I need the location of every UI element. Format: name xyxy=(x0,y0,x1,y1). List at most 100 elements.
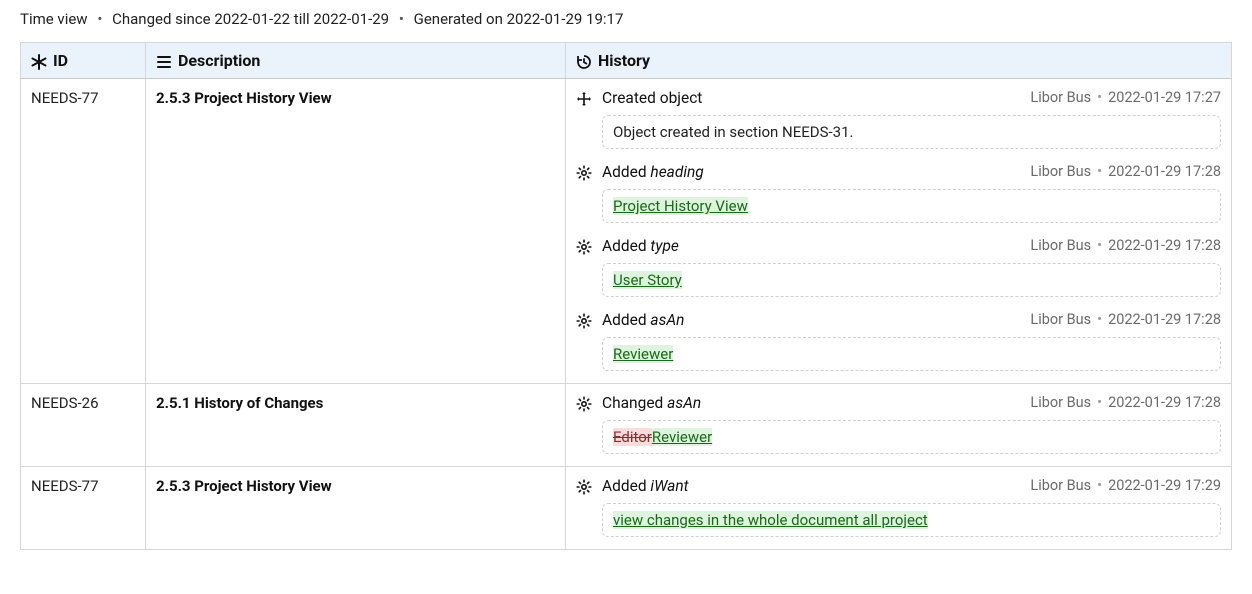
history-action: Created object xyxy=(602,89,702,107)
gear-icon xyxy=(576,313,594,331)
gear-icon xyxy=(576,165,594,183)
history-time: 2022-01-29 17:28 xyxy=(1108,311,1221,328)
id-cell: NEEDS-77 xyxy=(21,79,146,384)
history-field: iWant xyxy=(650,477,688,495)
diff-added: Reviewer xyxy=(652,428,712,446)
history-item: Added type Libor Bus•2022-01-29 17:28 User… xyxy=(576,237,1221,297)
history-field: type xyxy=(650,237,678,255)
history-field: asAn xyxy=(667,394,701,412)
history-body: Reviewer xyxy=(602,337,1221,371)
description-cell: 2.5.1 History of Changes xyxy=(146,384,566,467)
history-body: Project History View xyxy=(602,189,1221,223)
list-lines-icon xyxy=(156,54,172,70)
history-body: EditorReviewer xyxy=(602,420,1221,454)
column-header-history[interactable]: History xyxy=(566,43,1232,79)
history-item-head: Added heading Libor Bus•2022-01-29 17:28 xyxy=(576,163,1221,183)
asterisk-icon xyxy=(31,54,47,70)
history-action-label: Created object xyxy=(602,89,1022,107)
history-body: view changes in the whole document all p… xyxy=(602,503,1221,537)
history-item-head: Changed asAn Libor Bus•2022-01-29 17:28 xyxy=(576,394,1221,414)
history-body-text: Object created in section NEEDS-31. xyxy=(613,123,854,141)
history-item: Added heading Libor Bus•2022-01-29 17:28 P… xyxy=(576,163,1221,223)
description-cell: 2.5.3 Project History View xyxy=(146,79,566,384)
breadcrumb-changed: Changed since 2022-01-22 till 2022-01-29 xyxy=(112,10,389,28)
diff-added: User Story xyxy=(613,271,682,289)
history-field: heading xyxy=(650,163,703,181)
history-action-label: Added type xyxy=(602,237,1022,255)
gear-icon xyxy=(576,479,594,497)
history-time: 2022-01-29 17:28 xyxy=(1108,394,1221,411)
history-item-head: Created object Libor Bus•2022-01-29 17:27 xyxy=(576,89,1221,109)
history-action-label: Added iWant xyxy=(602,477,1022,495)
history-cell: Added iWant Libor Bus•2022-01-29 17:29 vie… xyxy=(566,467,1232,550)
history-item: Added iWant Libor Bus•2022-01-29 17:29 vie… xyxy=(576,477,1221,537)
history-meta: Libor Bus•2022-01-29 17:28 xyxy=(1030,394,1221,411)
description-cell: 2.5.3 Project History View xyxy=(146,467,566,550)
history-meta: Libor Bus•2022-01-29 17:27 xyxy=(1030,89,1221,106)
history-author: Libor Bus xyxy=(1030,163,1091,180)
history-meta: Libor Bus•2022-01-29 17:29 xyxy=(1030,477,1221,494)
history-action: Added xyxy=(602,311,647,329)
separator-dot: • xyxy=(393,10,410,28)
history-action: Added xyxy=(602,477,647,495)
history-author: Libor Bus xyxy=(1030,394,1091,411)
history-action-label: Added asAn xyxy=(602,311,1022,329)
history-action-label: Added heading xyxy=(602,163,1022,181)
history-item: Changed asAn Libor Bus•2022-01-29 17:28 Ed… xyxy=(576,394,1221,454)
separator-dot: • xyxy=(1091,89,1108,106)
history-meta: Libor Bus•2022-01-29 17:28 xyxy=(1030,237,1221,254)
diff-added: view changes in the whole document all p… xyxy=(613,511,928,529)
column-header-history-label: History xyxy=(598,51,650,70)
table-row: NEEDS-772.5.3 Project History View Create… xyxy=(21,79,1232,384)
table-row: NEEDS-772.5.3 Project History ViewAdded … xyxy=(21,467,1232,550)
breadcrumb-generated: Generated on 2022-01-29 19:17 xyxy=(414,10,624,28)
column-header-id[interactable]: ID xyxy=(21,43,146,79)
history-body: Object created in section NEEDS-31. xyxy=(602,115,1221,149)
history-time: 2022-01-29 17:28 xyxy=(1108,163,1221,180)
gear-icon xyxy=(576,239,594,257)
history-cell: Created objectLibor Bus•2022-01-29 17:27… xyxy=(566,79,1232,384)
gear-icon xyxy=(576,396,594,414)
separator-dot: • xyxy=(1091,237,1108,254)
breadcrumb-view: Time view xyxy=(20,10,88,28)
history-time: 2022-01-29 17:27 xyxy=(1108,89,1221,106)
history-cell: Changed asAn Libor Bus•2022-01-29 17:28 Ed… xyxy=(566,384,1232,467)
column-header-description-label: Description xyxy=(178,51,260,70)
history-table: ID Description History NEEDS-772.5.3 Pro… xyxy=(20,42,1232,550)
history-author: Libor Bus xyxy=(1030,89,1091,106)
history-author: Libor Bus xyxy=(1030,311,1091,328)
history-time: 2022-01-29 17:29 xyxy=(1108,477,1221,494)
history-item-head: Added asAn Libor Bus•2022-01-29 17:28 xyxy=(576,311,1221,331)
column-header-description[interactable]: Description xyxy=(146,43,566,79)
move-arrows-icon xyxy=(576,91,594,109)
diff-added: Project History View xyxy=(613,197,748,215)
diff-removed: Editor xyxy=(613,428,652,446)
diff-added: Reviewer xyxy=(613,345,673,363)
history-list: Added iWant Libor Bus•2022-01-29 17:29 vie… xyxy=(576,477,1221,537)
history-field: asAn xyxy=(650,311,684,329)
history-author: Libor Bus xyxy=(1030,477,1091,494)
separator-dot: • xyxy=(91,10,108,28)
history-action: Added xyxy=(602,163,647,181)
history-list: Changed asAn Libor Bus•2022-01-29 17:28 Ed… xyxy=(576,394,1221,454)
history-meta: Libor Bus•2022-01-29 17:28 xyxy=(1030,311,1221,328)
history-list: Created objectLibor Bus•2022-01-29 17:27… xyxy=(576,89,1221,371)
history-meta: Libor Bus•2022-01-29 17:28 xyxy=(1030,163,1221,180)
history-author: Libor Bus xyxy=(1030,237,1091,254)
history-icon xyxy=(576,54,592,70)
history-item-head: Added type Libor Bus•2022-01-29 17:28 xyxy=(576,237,1221,257)
id-cell: NEEDS-77 xyxy=(21,467,146,550)
id-cell: NEEDS-26 xyxy=(21,384,146,467)
separator-dot: • xyxy=(1091,394,1108,411)
separator-dot: • xyxy=(1091,311,1108,328)
history-time: 2022-01-29 17:28 xyxy=(1108,237,1221,254)
history-body: User Story xyxy=(602,263,1221,297)
table-row: NEEDS-262.5.1 History of ChangesChanged … xyxy=(21,384,1232,467)
separator-dot: • xyxy=(1091,477,1108,494)
separator-dot: • xyxy=(1091,163,1108,180)
history-action-label: Changed asAn xyxy=(602,394,1022,412)
history-item: Added asAn Libor Bus•2022-01-29 17:28 Revi… xyxy=(576,311,1221,371)
column-header-id-label: ID xyxy=(53,51,68,70)
history-item-head: Added iWant Libor Bus•2022-01-29 17:29 xyxy=(576,477,1221,497)
breadcrumb: Time view • Changed since 2022-01-22 til… xyxy=(20,6,1232,42)
